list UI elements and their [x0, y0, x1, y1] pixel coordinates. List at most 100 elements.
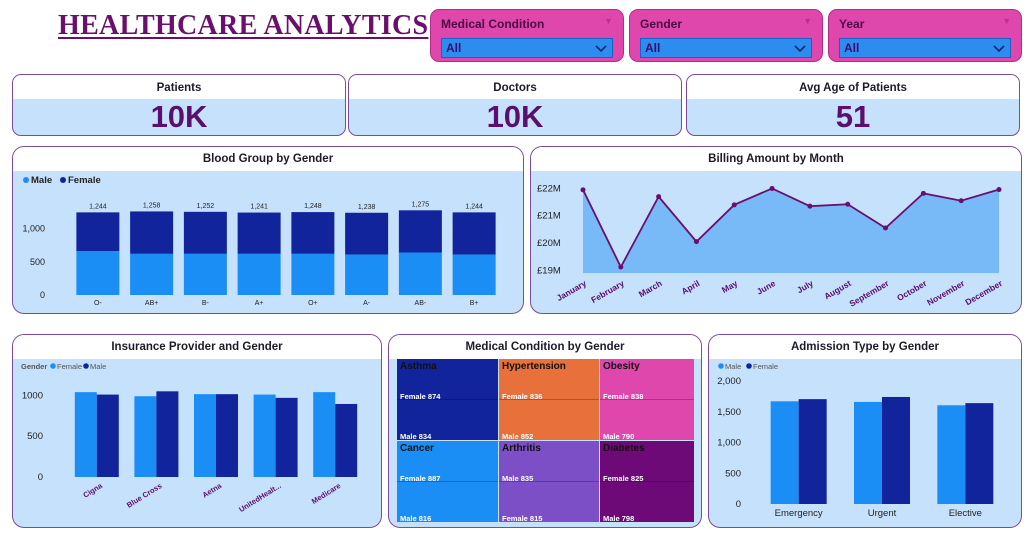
treemap-cell-label-top: Female 825 [603, 474, 644, 483]
chart-title: Medical Condition by Gender [389, 335, 701, 359]
slicer-label: Gender [640, 17, 683, 31]
bar-female [237, 212, 281, 254]
bar-female [291, 212, 335, 254]
bar-female [398, 210, 442, 253]
kpi-avg-age: Avg Age of Patients 51 [686, 74, 1020, 136]
slicer-medical-condition[interactable]: Medical Condition ▼ All [430, 9, 624, 62]
data-label-total: 1,275 [412, 201, 430, 208]
kpi-patients: Patients 10K [12, 74, 346, 136]
x-tick-label: October [895, 278, 929, 303]
slicer-value: All [446, 41, 462, 55]
x-tick-label: A- [363, 300, 371, 307]
legend-dot-male [23, 177, 29, 183]
bar-female [965, 403, 994, 504]
treemap-cell-name: Diabetes [603, 443, 645, 454]
caret-down-icon[interactable]: ▼ [1002, 16, 1011, 26]
kpi-label: Avg Age of Patients [687, 75, 1019, 99]
treemap-cell-label-bottom: Male 790 [603, 432, 635, 440]
x-tick-label: February [589, 278, 626, 305]
data-point [769, 185, 775, 191]
area-fill [583, 188, 999, 273]
treemap-cell-diabetes[interactable]: Diabetes Female 825 Male 798 [600, 441, 694, 522]
legend-dot-male [83, 363, 89, 369]
treemap-cell-arthritis[interactable]: Arthritis Male 835 Female 815 [499, 441, 599, 522]
kpi-doctors: Doctors 10K [348, 74, 682, 136]
caret-down-icon[interactable]: ▼ [803, 16, 812, 26]
legend-label-female: Female [753, 362, 778, 371]
x-tick-label: Elective [949, 508, 982, 519]
data-point [845, 201, 851, 207]
treemap-cell-hypertension[interactable]: Hypertension Female 836 Male 852 [499, 359, 599, 440]
slicer-value: All [645, 41, 661, 55]
year-dropdown[interactable]: All [839, 38, 1011, 58]
bar-female [130, 211, 174, 254]
data-point [731, 202, 737, 208]
legend-label-female: Female [57, 362, 82, 371]
blood-group-panel: Blood Group by Gender Male Female 0 500 1,00… [12, 146, 524, 314]
y-tick-label: £20M [537, 238, 561, 249]
treemap-cell-cancer[interactable]: Cancer Female 887 Male 816 [397, 441, 498, 522]
data-label-total: 1,248 [304, 203, 322, 210]
slicer-year[interactable]: Year ▼ All [828, 9, 1022, 62]
treemap-cell-name: Obesity [603, 361, 640, 372]
blood-group-chart: Male Female 0 500 1,000 1,244 O- 1,258 AB+ 1,252 B… [22, 175, 496, 307]
data-point [807, 203, 813, 209]
bar-female [345, 212, 389, 255]
caret-down-icon[interactable]: ▼ [604, 16, 613, 26]
treemap-cell-label-bottom: Male 834 [400, 432, 432, 440]
admission-panel: Admission Type by Gender Male Female 0 500 1… [708, 334, 1022, 528]
x-tick-label: July [795, 278, 815, 295]
y-tick-label: 500 [30, 257, 45, 267]
y-tick-label: 0 [40, 290, 45, 300]
data-label-total: 1,238 [358, 204, 376, 211]
y-tick-label: 1,500 [717, 407, 741, 418]
x-tick-label: December [963, 278, 1004, 308]
bar-male [770, 401, 799, 504]
bar-female [253, 394, 276, 477]
data-label-total: 1,258 [143, 202, 161, 209]
treemap-cell-label-top: Female 874 [400, 392, 441, 401]
x-tick-label: April [680, 278, 702, 296]
y-tick-label: £19M [537, 265, 561, 276]
y-tick-label: 0 [736, 499, 741, 510]
x-tick-label: Urgent [868, 508, 897, 519]
kpi-value: 10K [150, 99, 208, 134]
bar-male [937, 405, 966, 504]
legend-label-female: Female [68, 175, 101, 186]
x-tick-label: AB+ [145, 300, 158, 307]
insurance-panel: Insurance Provider and Gender Gender Fema… [12, 334, 382, 528]
data-label-total: 1,244 [89, 203, 107, 210]
treemap-cell-label-bottom: Male 816 [400, 514, 432, 522]
treemap-cell-label-top: Female 887 [400, 474, 441, 483]
bar-male [345, 254, 389, 295]
y-tick-label: 1,000 [22, 224, 45, 234]
billing-chart: £19M £20M £21M £22M January February March Apri… [537, 183, 1005, 308]
y-tick-label: 1000 [22, 390, 43, 401]
treemap-cell-name: Asthma [400, 361, 437, 372]
treemap-cell-obesity[interactable]: Obesity Female 838 Male 790 [600, 359, 694, 440]
legend-dot-female [746, 363, 752, 369]
treemap-cell-name: Arthritis [502, 443, 541, 454]
bar-male [275, 397, 298, 477]
gender-dropdown[interactable]: All [640, 38, 812, 58]
slicer-gender[interactable]: Gender ▼ All [629, 9, 823, 62]
treemap-cell-asthma[interactable]: Asthma Female 874 Male 834 [397, 359, 498, 440]
y-tick-label: £21M [537, 211, 561, 222]
treemap-cell-name: Cancer [400, 443, 434, 454]
x-tick-label: UnitedHealt... [237, 481, 282, 514]
bar-male [216, 394, 238, 477]
medical-condition-dropdown[interactable]: All [441, 38, 613, 58]
x-tick-label: AB- [415, 300, 427, 307]
bar-male [291, 253, 335, 295]
bar-female [452, 212, 496, 255]
dashboard-title: HEALTHCARE ANALYTICS [58, 10, 429, 41]
x-tick-label: B+ [470, 300, 479, 307]
bar-female [194, 394, 216, 477]
bar-male [452, 254, 496, 295]
x-tick-label: O- [94, 300, 102, 307]
x-tick-label: Blue Cross [125, 481, 163, 510]
x-tick-label: Aetna [201, 481, 224, 500]
insurance-chart: Gender Female Male 0 500 1000 Cigna Blue Cross A… [21, 362, 358, 514]
data-point [618, 264, 624, 270]
bar-female [76, 212, 120, 252]
